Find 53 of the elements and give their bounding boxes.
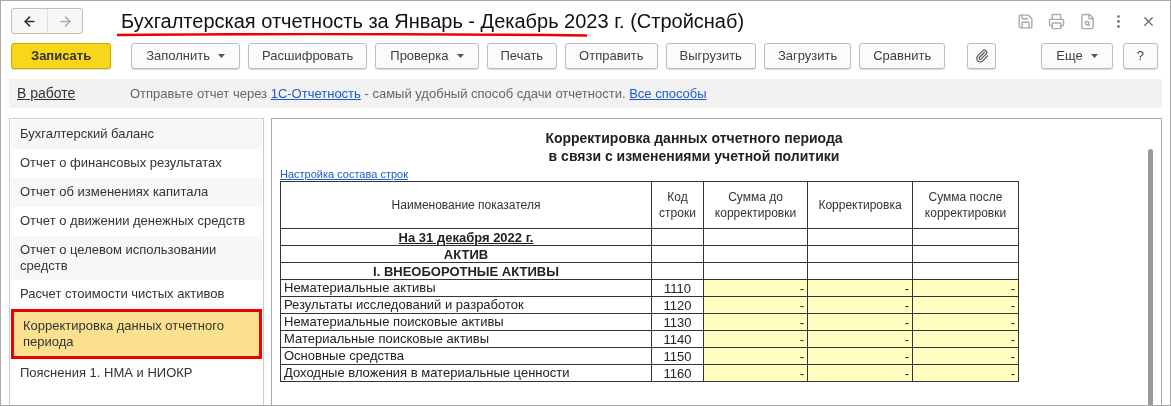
sidebar-item[interactable]: Бухгалтерский баланс [11, 120, 262, 149]
column-header: Код строки [651, 181, 704, 229]
table-cell: 1160 [651, 364, 704, 382]
table-cell: 1150 [651, 347, 704, 365]
toolbar-button[interactable]: Печать [486, 43, 558, 69]
table-cell: Материальные поисковые активы [280, 330, 652, 348]
info-link[interactable]: Все способы [629, 85, 707, 101]
table-cell: 1120 [651, 296, 704, 314]
window-title: Бухгалтерская отчетность за Январь - Декабрь 2023 г. (Стройснаб) [121, 10, 745, 32]
toolbar-button[interactable]: Сравнить [859, 43, 946, 69]
report-title: в связи с изменениями учетной политики [548, 147, 840, 165]
table-cell: Результаты исследований и разработок [280, 296, 652, 314]
status-link[interactable]: В работе [17, 83, 130, 104]
table-cell: Основные средства [280, 347, 652, 365]
dropdown-button[interactable]: Проверка [375, 43, 479, 69]
column-header: Сумма после корректировки [912, 181, 1019, 229]
toolbar-button[interactable]: Расшифровать [248, 43, 368, 69]
toolbar-button[interactable]: ? [1122, 43, 1158, 69]
caret-icon [218, 54, 226, 58]
table-cell: I. ВНЕОБОРОТНЫЕ АКТИВЫ [280, 262, 652, 280]
table-cell: 1110 [651, 279, 704, 297]
print-icon[interactable] [1048, 12, 1065, 30]
column-header: Наименование показателя [280, 181, 652, 229]
sidebar-item[interactable]: Корректировка данных отчетного периода [11, 309, 262, 359]
info-message: Отправьте отчет через 1С-Отчетность - самый удобный способ сдачи отчетности. Все способы [130, 84, 707, 103]
attach-button[interactable] [967, 43, 997, 69]
table-cell: Нематериальные поисковые активы [280, 313, 652, 331]
preview-icon[interactable] [1079, 12, 1096, 30]
caret-icon [1090, 54, 1098, 58]
table-cell: На 31 декабря 2022 г. [280, 228, 652, 246]
caret-icon [456, 54, 464, 58]
settings-link[interactable]: Настройка состава строк [280, 167, 408, 181]
paperclip-icon [974, 49, 989, 63]
table-cell: 1130 [651, 313, 704, 331]
column-header: Сумма до корректировки [703, 181, 808, 229]
table-cell: Доходные вложения в материальные ценности [280, 364, 652, 382]
table-cell: АКТИВ [280, 245, 652, 263]
sidebar-item[interactable]: Отчет о целевом использовании средств [11, 236, 262, 280]
toolbar-button[interactable]: Загрузить [763, 43, 852, 69]
info-link[interactable]: 1С-Отчетность [270, 85, 361, 101]
scrollbar[interactable] [1148, 149, 1153, 405]
sidebar-item[interactable]: Отчет об изменениях капитала [11, 178, 262, 207]
save-button[interactable]: Записать [11, 43, 112, 69]
table-cell: Нематериальные активы [280, 279, 652, 297]
dropdown-button[interactable]: Заполнить [131, 43, 241, 69]
report-title: Корректировка данных отчетного периода [545, 129, 843, 147]
column-header: Корректировка [807, 181, 913, 229]
toolbar-button[interactable]: Выгрузить [665, 43, 756, 69]
dropdown-button[interactable]: Еще [1041, 43, 1113, 69]
toolbar-button[interactable]: Отправить [565, 43, 658, 69]
arrow-left-icon [22, 13, 37, 29]
table-cell: 1140 [651, 330, 704, 348]
save-icon[interactable] [1017, 12, 1034, 30]
